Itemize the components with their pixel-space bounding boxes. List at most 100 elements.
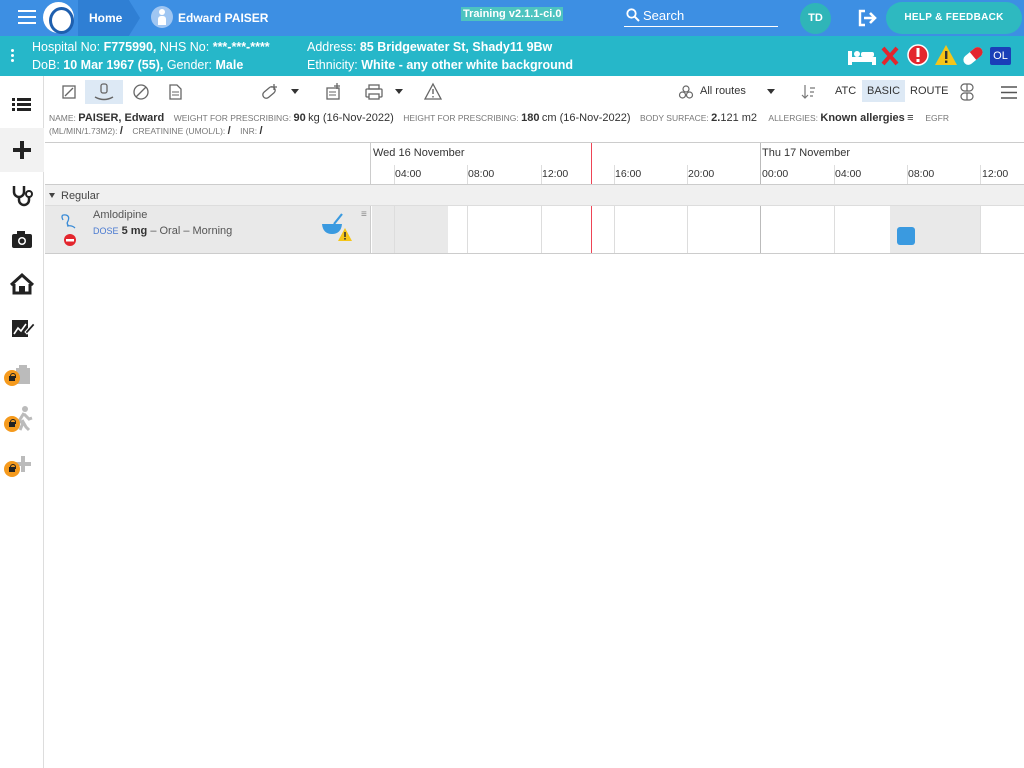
menu-icon[interactable]: [18, 10, 36, 26]
nav-locked-walk[interactable]: [0, 396, 44, 440]
allergies-menu-icon[interactable]: ≡: [907, 112, 913, 124]
home-tab[interactable]: Home: [78, 0, 140, 36]
training-label: Training v2.1.1-ci.0: [461, 7, 564, 21]
weight-label: WEIGHT FOR PRESCRIBING:: [173, 113, 292, 123]
scheduled-dose-marker[interactable]: [897, 227, 915, 245]
grid-line: [541, 206, 542, 253]
pill-slash-icon: [133, 84, 149, 100]
tick: [541, 165, 542, 184]
nav-stethoscope[interactable]: [0, 172, 44, 216]
lock-icon: [4, 370, 20, 386]
sort-icon[interactable]: [801, 83, 817, 101]
oral-route-icon: [61, 214, 76, 246]
allergies-value[interactable]: Known allergies: [820, 112, 904, 124]
hour-label: 04:00: [835, 168, 862, 180]
height-value[interactable]: 180: [521, 112, 539, 124]
mortar-pestle-icon[interactable]: [320, 212, 354, 244]
add-pill-icon: [262, 84, 277, 99]
routes-dropdown-icon[interactable]: [767, 89, 775, 94]
nav-list[interactable]: [0, 82, 44, 126]
name-label: NAME:: [49, 113, 76, 123]
weight-value[interactable]: 90: [294, 112, 306, 124]
add-medication-button[interactable]: [255, 80, 283, 104]
current-time-line: [591, 143, 592, 184]
egfr-unit-label: (ML/MIN/1.73M2):: [49, 126, 118, 136]
help-feedback-button[interactable]: HELP & FEEDBACK: [886, 2, 1022, 34]
add-medication-dropdown-icon[interactable]: [291, 89, 299, 94]
logout-icon[interactable]: [858, 9, 878, 27]
warning-outline-icon: [423, 82, 443, 100]
print-dropdown-icon[interactable]: [395, 89, 403, 94]
warning-icon[interactable]: [935, 45, 957, 65]
day-divider: [760, 143, 761, 184]
red-x-icon[interactable]: [881, 46, 899, 66]
bsa-unit: 121 m2: [720, 112, 758, 124]
patient-icon: [151, 6, 173, 28]
tick: [614, 165, 615, 184]
order-set-button[interactable]: [319, 80, 347, 104]
app-logo: [43, 2, 74, 34]
warnings-button[interactable]: [419, 80, 447, 104]
more-options-icon[interactable]: [11, 49, 15, 64]
height-label: HEIGHT FOR PRESCRIBING:: [403, 113, 519, 123]
pill-icon[interactable]: [961, 45, 984, 67]
prescription-chart-icon: [62, 85, 76, 99]
document-button[interactable]: [161, 80, 189, 104]
collapse-caret-icon[interactable]: [49, 193, 55, 198]
row-menu-icon[interactable]: ≡: [361, 209, 367, 220]
view-chart-button[interactable]: [55, 80, 83, 104]
bed-icon[interactable]: [848, 51, 876, 65]
ethnicity-label: Ethnicity:: [307, 58, 358, 72]
basic-view-button[interactable]: BASIC: [862, 80, 906, 102]
ol-badge[interactable]: OL: [990, 47, 1011, 65]
hour-label: 08:00: [908, 168, 935, 180]
nav-add[interactable]: [0, 128, 44, 172]
atc-view-button[interactable]: ATC: [835, 85, 856, 97]
plus-icon: [13, 141, 31, 159]
patient-name[interactable]: Edward PAISER: [178, 11, 268, 25]
medication-name[interactable]: Amlodipine: [93, 209, 147, 221]
hamburger-menu-icon[interactable]: [1001, 86, 1017, 99]
patient-address: Address: 85 Bridgewater St, Shady11 9Bw: [307, 40, 552, 54]
nav-home[interactable]: [0, 262, 44, 306]
weight-unit: kg (16-Nov-2022): [308, 112, 394, 124]
top-bar: Home Edward PAISER Training v2.1.1-ci.0 …: [0, 0, 1024, 36]
hour-label: 16:00: [615, 168, 642, 180]
egfr-label: EGFR: [925, 113, 949, 123]
routes-select[interactable]: All routes: [700, 85, 746, 97]
creatinine-label: CREATININE (UMOL/L):: [132, 126, 226, 136]
medication-row[interactable]: Amlodipine DOSE 5 mg – Oral – Morning ≡: [45, 206, 1024, 254]
nav-camera[interactable]: [0, 218, 44, 262]
tick: [980, 165, 981, 184]
medication-dose: DOSE 5 mg – Oral – Morning: [93, 225, 232, 237]
chart-edit-icon: [12, 320, 36, 337]
grid-line: [834, 206, 835, 253]
hospital-no-label: Hospital No:: [32, 40, 101, 54]
user-avatar[interactable]: TD: [800, 3, 831, 34]
tick: [394, 165, 395, 184]
medication-details[interactable]: Amlodipine DOSE 5 mg – Oral – Morning ≡: [45, 206, 371, 253]
hand-dose-icon: [94, 83, 114, 101]
print-button[interactable]: [359, 80, 387, 104]
group-header-regular[interactable]: Regular: [45, 185, 1024, 206]
administer-view-button[interactable]: [85, 80, 123, 104]
no-drug-button[interactable]: [127, 80, 155, 104]
search-box[interactable]: Search: [624, 5, 778, 27]
nav-chart-edit[interactable]: [0, 306, 44, 350]
hospital-no: F775990,: [103, 40, 157, 54]
dob: 10 Mar 1967 (55),: [63, 58, 164, 72]
ethnicity: White - any other white background: [361, 58, 574, 72]
grid-line: [394, 206, 395, 253]
dose-value: 5 mg: [121, 225, 148, 237]
group-label: Regular: [61, 190, 100, 202]
route-view-button[interactable]: ROUTE: [910, 85, 949, 97]
chart-toolbar: All routes ATC BASIC ROUTE: [45, 78, 1024, 106]
nav-locked-add[interactable]: [0, 442, 44, 486]
past-time-cell: [372, 206, 448, 253]
gender: Male: [215, 58, 244, 72]
nav-locked-clipboard[interactable]: [0, 352, 44, 396]
capsule-group-icon[interactable]: [958, 82, 976, 102]
order-set-icon: [326, 83, 340, 100]
alert-circle-icon[interactable]: [907, 44, 929, 66]
dose-label: DOSE: [93, 226, 119, 236]
